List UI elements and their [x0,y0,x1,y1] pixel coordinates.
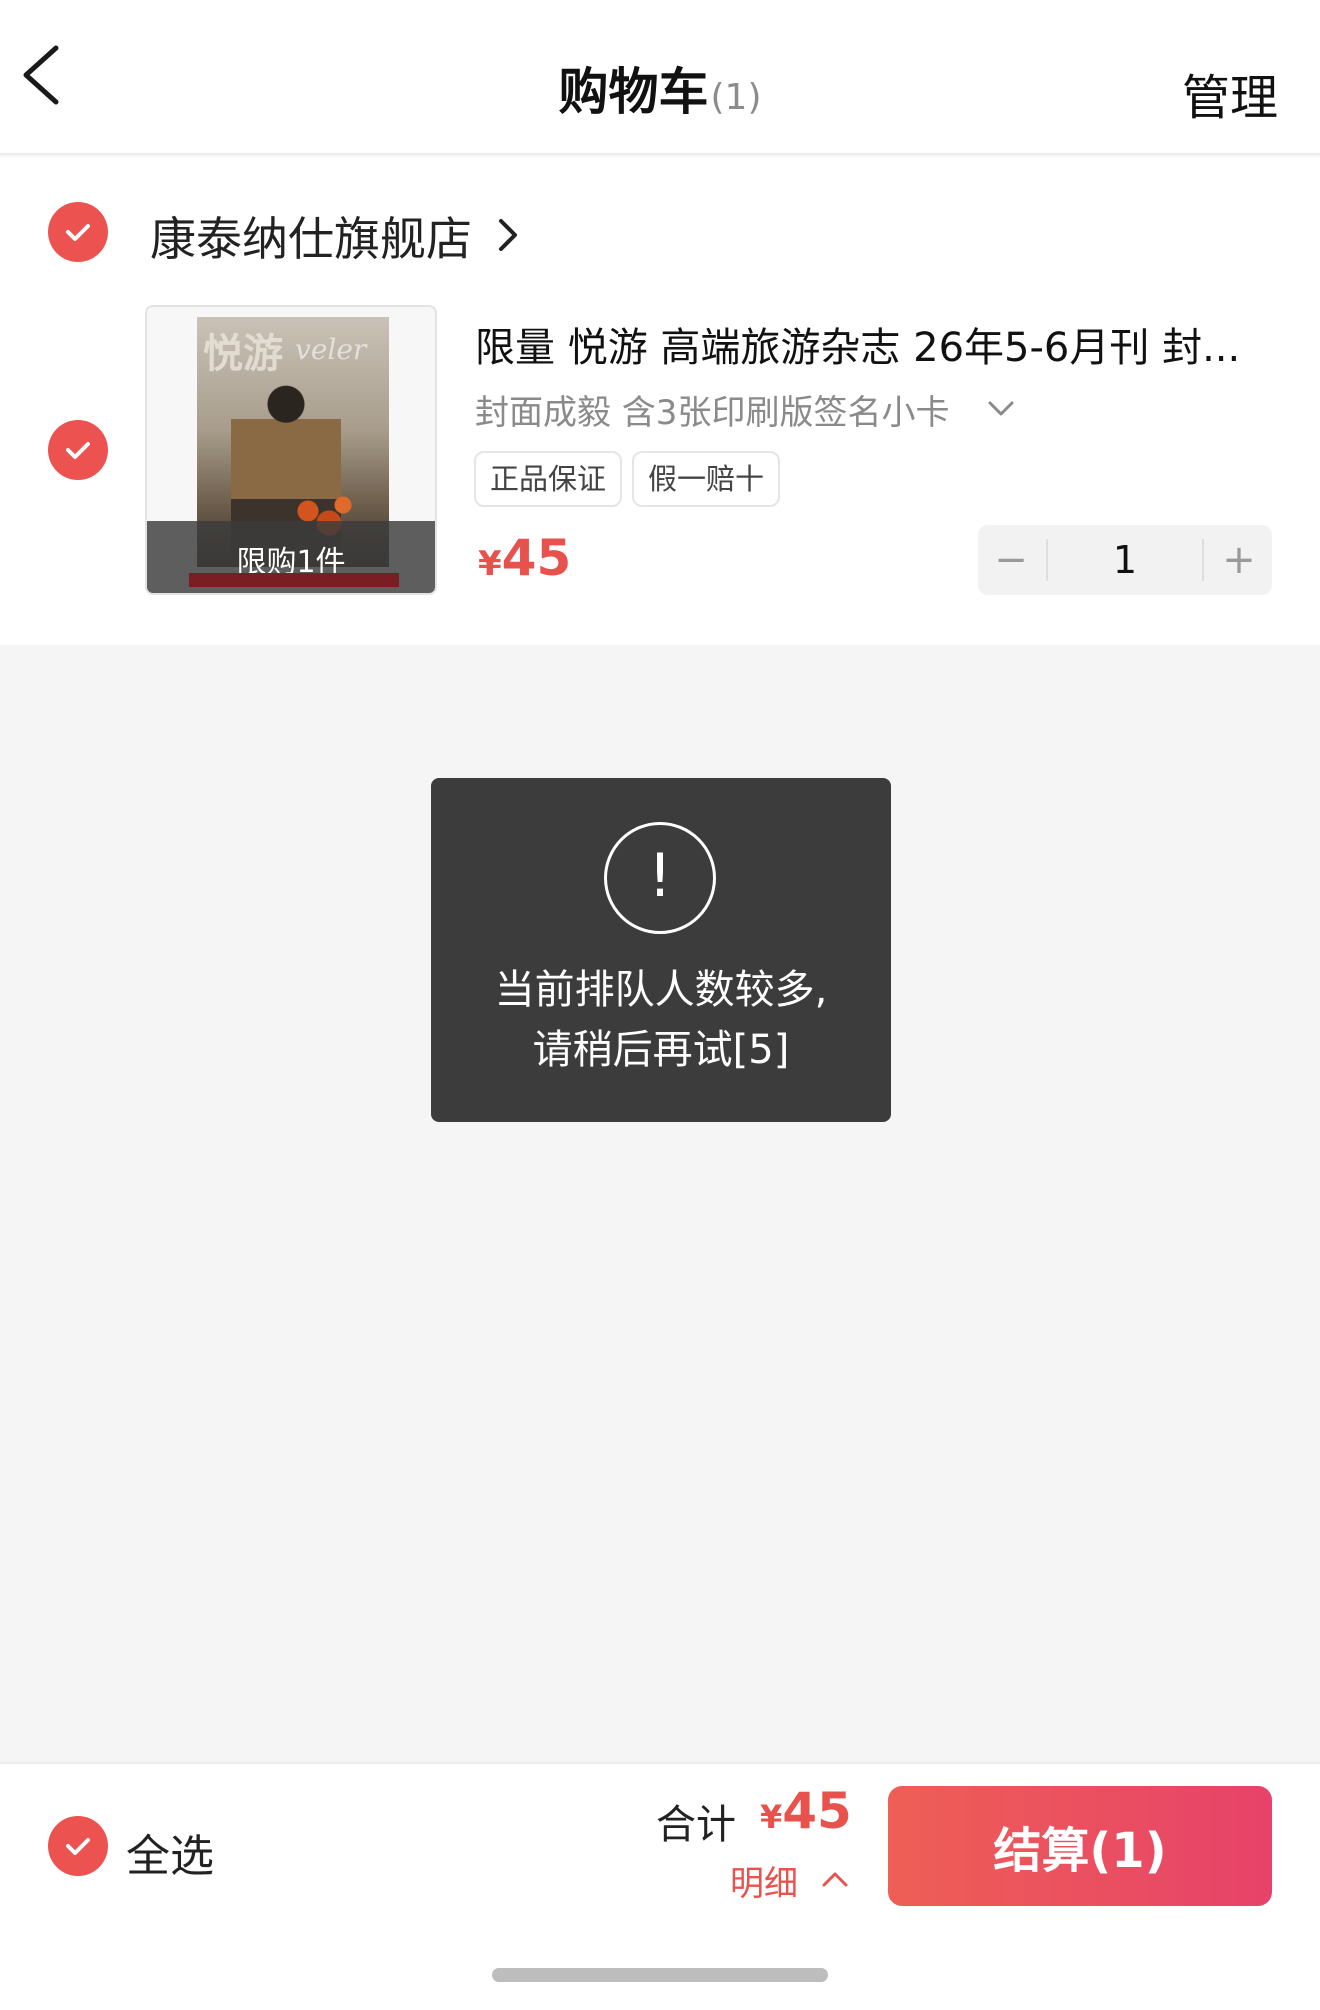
chevron-up-icon[interactable] [818,1866,852,1892]
tag-authentic: 正品保证 [474,451,623,507]
total-label: 合计 [656,1802,736,1848]
stepper-divider [1202,539,1204,581]
quantity-stepper: − 1 + [978,525,1272,595]
price-detail-button[interactable]: 明细 [730,1856,798,1905]
item-select-checkbox[interactable] [48,420,108,480]
toast-message: ! 当前排队人数较多, 请稍后再试[5] [431,778,891,1122]
decrease-quantity-button[interactable]: − [978,525,1044,595]
check-icon [66,442,90,459]
purchase-limit-banner: 限购1件 [147,521,435,593]
page-title: 购物车 [558,63,709,121]
product-title[interactable]: 限量 悦游 高端旅游杂志 26年5-6月刊 封... [475,315,1285,373]
increase-quantity-button[interactable]: + [1206,525,1272,595]
top-nav-bar: 购物车(1) 管理 [0,0,1320,155]
product-price: ¥45 [478,529,571,587]
select-all-checkbox[interactable] [48,1816,108,1876]
cover-sub-text: veler [295,333,367,366]
cart-count: (1) [710,77,762,118]
checkout-button[interactable]: 结算(1) [888,1786,1272,1906]
check-icon [66,1838,90,1855]
store-name-link[interactable]: 康泰纳仕旗舰店 [150,203,472,269]
home-indicator [492,1968,828,1982]
product-thumbnail[interactable]: 悦游 veler 限购1件 [145,305,437,595]
toast-text: 当前排队人数较多, 请稍后再试[5] [431,960,891,1080]
total-currency: ¥ [760,1798,783,1836]
exclamation-icon: ! [604,822,716,934]
check-icon [66,224,90,241]
price-value: 45 [501,529,572,587]
product-spec-selector[interactable]: 封面成毅 含3张印刷版签名小卡 [475,385,949,434]
cover-title-text: 悦游 [203,330,283,377]
chevron-down-icon[interactable] [985,393,1017,423]
store-select-checkbox[interactable] [48,202,108,262]
store-card: 康泰纳仕旗舰店 悦游 veler 限购1件 限量 悦游 高端旅游杂志 26年5-… [0,157,1320,645]
select-all-label[interactable]: 全选 [126,1820,214,1884]
toast-line-1: 当前排队人数较多, [494,967,828,1013]
exclamation-symbol: ! [647,841,673,911]
tag-guarantee: 假一赔十 [632,451,781,507]
page-title-wrap: 购物车(1) [0,52,1320,124]
total-value: 45 [782,1782,852,1840]
toast-line-2: 请稍后再试[5] [532,1027,790,1073]
chevron-right-icon [499,219,517,251]
price-currency: ¥ [478,544,502,584]
total-price: ¥45 [760,1782,852,1840]
manage-button[interactable]: 管理 [1182,58,1278,128]
cover-strip [189,573,399,587]
quantity-value[interactable]: 1 [1048,525,1202,595]
